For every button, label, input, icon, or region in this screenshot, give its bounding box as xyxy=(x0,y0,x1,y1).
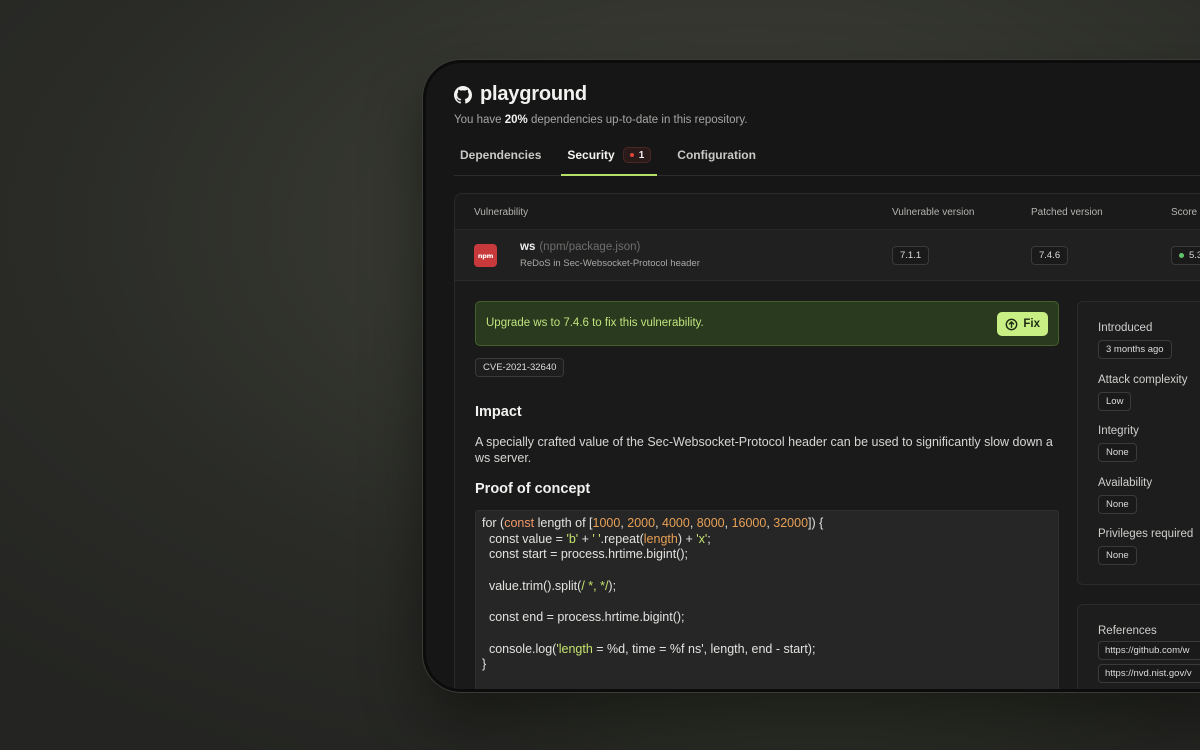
metric-label: Introduced xyxy=(1098,322,1153,334)
cve-badge[interactable]: CVE-2021-32640 xyxy=(475,358,565,377)
metric-value: 3 months ago xyxy=(1098,340,1172,359)
references-card: References https://github.com/w https://… xyxy=(1077,604,1200,689)
references-label: References xyxy=(1098,625,1157,637)
impact-heading: Impact xyxy=(475,404,522,420)
device-frame: playground You have 20% dependencies up-… xyxy=(423,60,1200,692)
tab-security[interactable]: Security 1 xyxy=(561,147,658,176)
repo-subtitle: You have 20% dependencies up-to-date in … xyxy=(454,114,747,126)
references-list: References https://github.com/w https://… xyxy=(1098,625,1200,683)
repo-header: playground You have 20% dependencies up-… xyxy=(454,83,747,126)
metric-availability: Availability None xyxy=(1098,477,1152,514)
impact-text: A specially crafted value of the Sec-Web… xyxy=(475,435,1053,465)
metric-value: None xyxy=(1098,443,1137,462)
metric-value: None xyxy=(1098,495,1137,514)
tab-dependencies[interactable]: Dependencies xyxy=(454,148,547,176)
repo-title: playground xyxy=(454,83,747,106)
score-badge: 5.3 xyxy=(1171,246,1200,265)
metric-attack-complexity: Attack complexity Low xyxy=(1098,374,1187,411)
metric-label: Integrity xyxy=(1098,425,1139,437)
vulnerable-version-badge: 7.1.1 xyxy=(892,246,930,265)
vulnerability-description: ReDoS in Sec-Websocket-Protocol header xyxy=(520,258,700,269)
vulnerability-panel: Vulnerability Vulnerable version Patched… xyxy=(454,193,1200,689)
security-count-badge: 1 xyxy=(622,147,652,163)
column-header-vulnerable-version: Vulnerable version xyxy=(892,207,975,218)
badge-count: 1 xyxy=(638,149,645,161)
app-screen: playground You have 20% dependencies up-… xyxy=(426,63,1200,689)
poc-heading: Proof of concept xyxy=(475,481,591,497)
metric-label: Availability xyxy=(1098,477,1153,489)
metric-label: Attack complexity xyxy=(1098,374,1188,386)
code-block: for (const length of [1000, 2000, 4000, … xyxy=(475,510,1059,689)
repo-name: playground xyxy=(480,83,587,105)
subtitle-suffix: dependencies up-to-date in this reposito… xyxy=(527,114,748,126)
score-status-dot-icon xyxy=(1179,253,1184,258)
score-value: 5.3 xyxy=(1189,250,1200,261)
package-name: ws xyxy=(520,241,536,253)
metric-privileges-required: Privileges required None xyxy=(1098,528,1193,565)
column-header-patched-version: Patched version xyxy=(1031,207,1103,218)
column-header-score: Score xyxy=(1171,207,1198,218)
table-header: Vulnerability Vulnerable version Patched… xyxy=(455,194,1200,230)
tab-bar: Dependencies Security 1 Configuration xyxy=(454,147,1200,176)
upgrade-banner: Upgrade ws to 7.4.6 to fix this vulnerab… xyxy=(475,301,1059,346)
metric-introduced: Introduced 3 months ago xyxy=(1098,322,1172,359)
tab-configuration[interactable]: Configuration xyxy=(671,148,762,176)
metric-value: None xyxy=(1098,546,1137,565)
metric-integrity: Integrity None xyxy=(1098,425,1139,462)
github-icon xyxy=(454,85,472,104)
alert-dot-icon xyxy=(629,153,634,157)
upgrade-text: Upgrade ws to 7.4.6 to fix this vulnerab… xyxy=(486,317,704,329)
metric-label: Privileges required xyxy=(1098,528,1194,540)
metric-value: Low xyxy=(1098,392,1132,411)
patched-version-badge: 7.4.6 xyxy=(1031,246,1069,265)
column-header-vulnerability: Vulnerability xyxy=(474,207,529,218)
uptodate-percent: 20% xyxy=(504,114,528,126)
vulnerability-metrics-card: Introduced 3 months ago Attack complexit… xyxy=(1077,301,1200,585)
table-row[interactable]: npm ws (npm/package.json) ReDoS in Sec-We… xyxy=(455,230,1200,281)
reference-link[interactable]: https://github.com/w xyxy=(1098,641,1200,660)
tab-label: Configuration xyxy=(677,148,756,162)
fix-label: Fix xyxy=(1023,318,1040,330)
package-path: (npm/package.json) xyxy=(539,241,641,253)
package-line: ws (npm/package.json) xyxy=(520,241,640,253)
arrow-up-circle-icon xyxy=(1005,318,1018,331)
subtitle-prefix: You have xyxy=(454,114,505,126)
fix-button[interactable]: Fix xyxy=(997,312,1048,336)
tab-label: Security xyxy=(567,148,615,162)
tab-label: Dependencies xyxy=(460,148,542,162)
reference-link[interactable]: https://nvd.nist.gov/v xyxy=(1098,664,1200,683)
vulnerability-detail: Upgrade ws to 7.4.6 to fix this vulnerab… xyxy=(475,301,1059,689)
npm-logo-icon: npm xyxy=(474,244,497,267)
